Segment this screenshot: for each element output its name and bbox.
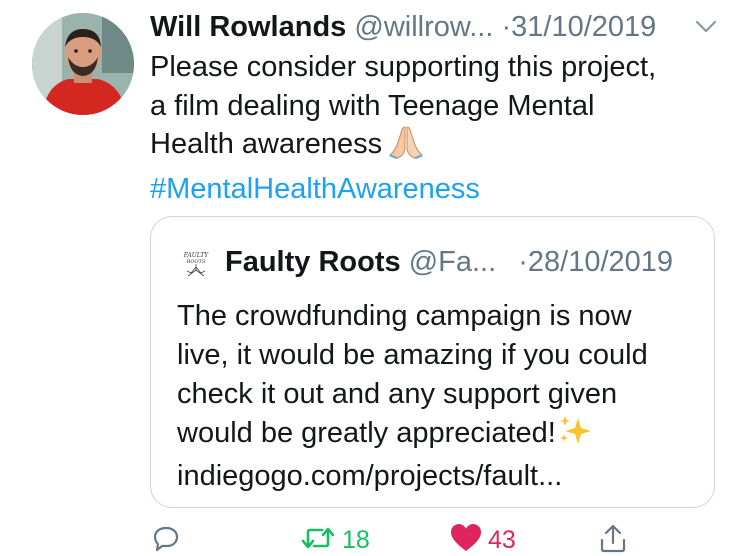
avatar[interactable] <box>32 13 134 115</box>
hashtag-link[interactable]: #MentalHealthAwareness <box>150 170 710 209</box>
quoted-tweet-text: The crowdfunding campaign is now live, i… <box>177 297 707 496</box>
tweet-date[interactable]: 31/10/2019 <box>511 11 656 43</box>
author-name[interactable]: Will Rowlands <box>150 11 346 43</box>
heart-icon <box>450 523 482 556</box>
quoted-link[interactable]: indiegogo.com/projects/fault... <box>177 457 707 496</box>
folded-hands-emoji <box>388 125 424 170</box>
tweet[interactable]: Will Rowlands @willrow... ·31/10/2019 Pl… <box>0 0 742 556</box>
quoted-tweet-date[interactable]: 28/10/2019 <box>528 246 673 278</box>
quoted-tweet[interactable]: FAULTY ROOTS Faulty Roots @Fa... ·28/10/… <box>150 216 715 508</box>
quoted-text-segment: would be greatly appreciated! <box>177 417 556 449</box>
faulty-roots-logo: FAULTY ROOTS <box>179 249 213 277</box>
author-handle[interactable]: @willrow... <box>354 11 493 43</box>
quoted-tweet-header: Faulty Roots @Fa... ·28/10/2019 <box>225 245 673 279</box>
like-count: 43 <box>488 525 516 554</box>
quoted-text-line: check it out and any support given <box>177 378 618 410</box>
quoted-author-name[interactable]: Faulty Roots <box>225 246 401 278</box>
reply-icon <box>152 524 180 556</box>
chevron-down-icon[interactable] <box>692 16 720 38</box>
tweet-actions: 18 43 <box>0 520 742 556</box>
sparkles-emoji <box>558 414 592 457</box>
reply-button[interactable] <box>152 524 180 556</box>
like-button[interactable]: 43 <box>450 523 516 556</box>
tweet-text-line: Health awareness <box>150 125 710 170</box>
share-icon <box>598 523 628 556</box>
share-button[interactable] <box>598 524 628 556</box>
tweet-text-segment: Health awareness <box>150 128 383 160</box>
quoted-author-handle[interactable]: @Fa... <box>409 246 496 278</box>
tweet-text-line: a film dealing with Teenage Mental <box>150 89 595 122</box>
tweet-header: Will Rowlands @willrow... ·31/10/2019 <box>150 10 730 44</box>
tweet-text: Please consider supporting this project,… <box>150 48 710 208</box>
quoted-text-line: The crowdfunding campaign is now <box>177 300 632 332</box>
quoted-text-line: live, it would be amazing if you could <box>177 339 648 371</box>
retweet-count: 18 <box>342 525 370 554</box>
tweet-text-line: Please consider supporting this project, <box>150 51 657 83</box>
separator-dot: · <box>518 246 528 278</box>
svg-text:FAULTY: FAULTY <box>183 252 210 259</box>
separator-dot: · <box>501 11 512 43</box>
quoted-text-line: would be greatly appreciated! <box>177 414 707 457</box>
retweet-icon <box>300 524 336 556</box>
retweet-button[interactable]: 18 <box>300 524 370 556</box>
